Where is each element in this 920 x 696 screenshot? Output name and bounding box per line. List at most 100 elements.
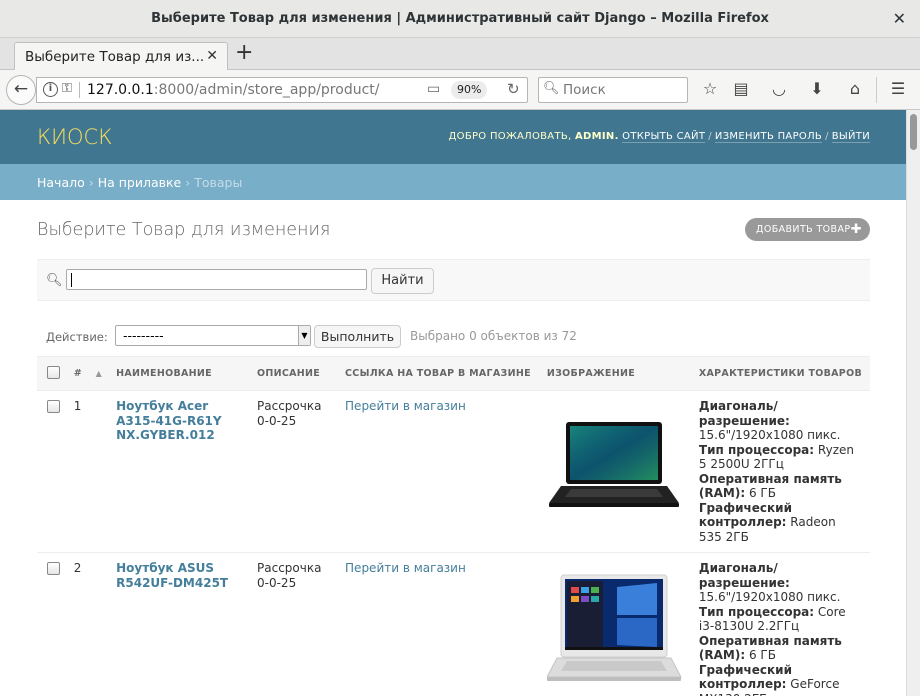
- spec-line: Оперативная память (RAM): 6 ГБ: [698, 633, 842, 663]
- tab-title: Выберите Товар для из...: [25, 49, 205, 65]
- product-name-link[interactable]: Ноутбук ASUS R542UF-DM425T: [116, 561, 228, 590]
- back-button[interactable]: ←: [6, 75, 36, 105]
- text-cursor: [71, 273, 72, 287]
- search-icon: 🔍︎: [543, 81, 560, 96]
- vertical-scrollbar[interactable]: [906, 110, 920, 696]
- breadcrumb-home[interactable]: Начало: [37, 175, 85, 190]
- urlbar-separator: [79, 82, 80, 98]
- home-icon[interactable]: ⌂: [844, 79, 866, 98]
- zoom-indicator[interactable]: 90%: [451, 81, 488, 99]
- downloads-icon[interactable]: ⬇: [806, 79, 828, 98]
- logout-link[interactable]: ВЫЙТИ: [831, 131, 870, 143]
- action-label: Действие:: [46, 330, 108, 344]
- search-icon: 🔍︎: [46, 273, 63, 288]
- column-header-id[interactable]: # ▲: [65, 356, 109, 391]
- row-image-cell: [538, 552, 691, 696]
- menu-icon[interactable]: ☰: [887, 79, 909, 98]
- breadcrumb-separator: ›: [88, 175, 94, 190]
- admin-header: КИОСК ДОБРО ПОЖАЛОВАТЬ, ADMIN. ОТКРЫТЬ С…: [0, 110, 906, 164]
- column-header-specs[interactable]: ХАРАКТЕРИСТИКИ ТОВАРОВ: [690, 356, 870, 391]
- column-header-description[interactable]: ОПИСАНИЕ: [249, 356, 338, 391]
- row-name-cell: Ноутбук ASUS R542UF-DM425T: [108, 552, 249, 696]
- search-input[interactable]: [66, 269, 367, 290]
- spec-line: Тип процессора: Core i3-8130U 2.2ГГц: [698, 604, 846, 634]
- breadcrumb-app[interactable]: На прилавке: [98, 175, 182, 190]
- spec-line: Оперативная память (RAM): 6 ГБ: [698, 471, 842, 501]
- page-title: Выберите Товар для изменения: [37, 220, 331, 240]
- select-all-cell: [37, 356, 66, 391]
- column-header-image[interactable]: ИЗОБРАЖЕНИЕ: [538, 356, 691, 391]
- key-icon[interactable]: ⚿: [62, 81, 72, 96]
- tab-bar: Выберите Товар для из... ✕ +: [0, 38, 920, 71]
- new-tab-icon[interactable]: +: [235, 41, 253, 65]
- page-viewport: КИОСК ДОБРО ПОЖАЛОВАТЬ, ADMIN. ОТКРЫТЬ С…: [0, 110, 906, 696]
- column-header-link[interactable]: ССЫЛКА НА ТОВАР В МАГАЗИНЕ: [337, 356, 539, 391]
- window-titlebar: Выберите Товар для изменения | Администр…: [0, 0, 920, 38]
- dropdown-arrow-icon: ▼: [298, 326, 310, 345]
- toolbar-separator: [876, 77, 877, 103]
- window-title: Выберите Товар для изменения | Администр…: [151, 11, 769, 26]
- spec-line: Графический контроллер: GeForce MX130 2Г…: [698, 662, 840, 696]
- spec-line: Графический контроллер: Radeon 535 2ГБ: [698, 500, 836, 544]
- reload-icon[interactable]: ↻: [507, 80, 520, 98]
- row-id: 1: [65, 390, 109, 553]
- shop-link[interactable]: Перейти в магазин: [345, 399, 466, 413]
- table-header-row: # ▲ НАИМЕНОВАНИЕ ОПИСАНИЕ ССЫЛКА НА ТОВАР…: [37, 356, 870, 391]
- results-table: # ▲ НАИМЕНОВАНИЕ ОПИСАНИЕ ССЫЛКА НА ТОВАР…: [37, 356, 870, 696]
- info-icon[interactable]: i: [43, 82, 58, 97]
- row-description: Рассрочка 0-0-25: [249, 552, 338, 696]
- action-selected-value: ---------: [123, 328, 164, 343]
- window-close-icon[interactable]: ✕: [893, 9, 906, 28]
- actions-bar: Действие: --------- ▼ Выполнить Выбрано …: [37, 320, 870, 350]
- site-brand[interactable]: КИОСК: [37, 125, 112, 149]
- scrollbar-thumb[interactable]: [910, 114, 917, 150]
- url-bar[interactable]: i ⚿ 127.0.0.1:8000/admin/store_app/produ…: [36, 77, 528, 103]
- breadcrumb: Начало › На прилавке › Товары: [0, 164, 906, 200]
- sort-ascending-icon[interactable]: ▲: [96, 369, 102, 378]
- shop-link[interactable]: Перейти в магазин: [345, 561, 466, 575]
- breadcrumb-current: Товары: [194, 175, 243, 190]
- add-product-button[interactable]: ДОБАВИТЬ ТОВАР ✚: [745, 218, 870, 241]
- change-password-link[interactable]: ИЗМЕНИТЬ ПАРОЛЬ: [714, 131, 823, 143]
- bookmark-star-icon[interactable]: ☆: [699, 79, 721, 98]
- spec-line: Тип процессора: Ryzen 5 2500U 2ГГц: [698, 442, 854, 472]
- browser-search-input[interactable]: 🔍︎ Поиск: [538, 77, 688, 103]
- row-select-cell: [37, 552, 66, 696]
- url-text[interactable]: 127.0.0.1:8000/admin/store_app/product/: [87, 82, 380, 98]
- selection-counter: Выбрано 0 объектов из 72: [410, 329, 577, 343]
- row-image-cell: [538, 390, 691, 553]
- column-header-name[interactable]: НАИМЕНОВАНИЕ: [108, 356, 249, 391]
- reader-view-icon[interactable]: ▭: [427, 81, 440, 97]
- pocket-icon[interactable]: ◡: [768, 79, 790, 98]
- product-image-white-laptop: [546, 561, 683, 695]
- spec-line: Диагональ/разрешение: 15.6"/1920x1080 пи…: [698, 561, 841, 604]
- browser-tab[interactable]: Выберите Товар для из... ✕: [14, 42, 228, 71]
- row-link-cell: Перейти в магазин: [337, 390, 539, 553]
- select-all-checkbox[interactable]: [47, 366, 60, 379]
- welcome-text: ДОБРО ПОЖАЛОВАТЬ,: [448, 131, 572, 142]
- product-name-link[interactable]: Ноутбук Acer A315-41G-R61Y NX.GYBER.012: [116, 399, 221, 442]
- user-tools: ДОБРО ПОЖАЛОВАТЬ, ADMIN. ОТКРЫТЬ САЙТ / ИЗ…: [448, 131, 870, 143]
- search-toolbar: 🔍︎ Найти: [37, 259, 870, 301]
- username: ADMIN.: [574, 131, 619, 142]
- run-action-button[interactable]: Выполнить: [314, 325, 401, 348]
- row-select-cell: [37, 390, 66, 553]
- row-description: Рассрочка 0-0-25: [249, 390, 338, 553]
- back-arrow-icon: ←: [13, 79, 29, 99]
- add-product-label: ДОБАВИТЬ ТОВАР: [756, 224, 851, 235]
- breadcrumb-separator: ›: [185, 175, 191, 190]
- action-select[interactable]: --------- ▼: [115, 325, 311, 346]
- table-row: 1 Ноутбук Acer A315-41G-R61Y NX.GYBER.01…: [37, 390, 870, 553]
- row-checkbox[interactable]: [47, 400, 60, 413]
- tab-close-icon[interactable]: ✕: [206, 48, 218, 64]
- bookmarks-list-icon[interactable]: ▤: [730, 79, 752, 98]
- view-site-link[interactable]: ОТКРЫТЬ САЙТ: [622, 131, 706, 143]
- search-button[interactable]: Найти: [371, 268, 434, 294]
- row-checkbox[interactable]: [47, 562, 60, 575]
- spec-line: Диагональ/разрешение: 15.6"/1920x1080 пи…: [698, 399, 841, 442]
- row-name-cell: Ноутбук Acer A315-41G-R61Y NX.GYBER.012: [108, 390, 249, 553]
- plus-icon: ✚: [850, 222, 862, 237]
- navigation-bar: i ⚿ 127.0.0.1:8000/admin/store_app/produ…: [0, 70, 920, 110]
- row-specs-cell: Диагональ/разрешение: 15.6"/1920x1080 пи…: [690, 552, 870, 696]
- product-image-black-laptop: [547, 399, 683, 533]
